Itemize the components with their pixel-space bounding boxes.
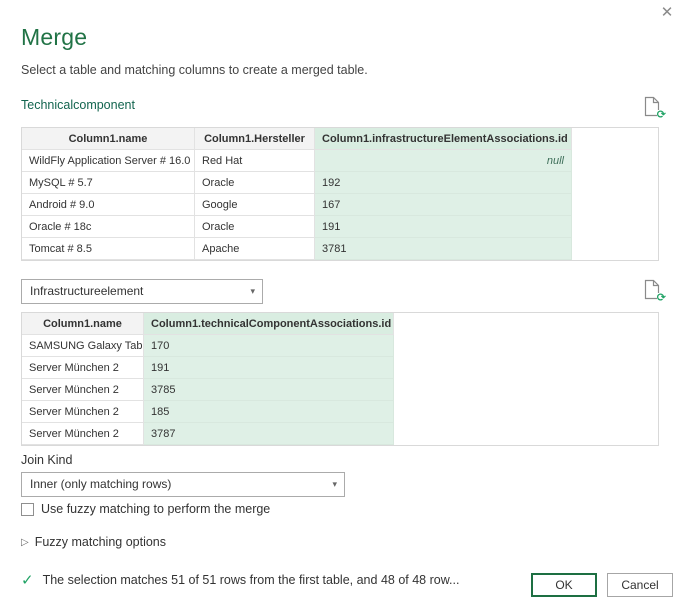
join-kind-value: Inner (only matching rows) [30, 477, 171, 491]
refresh-preview-icon[interactable]: ⟳ [644, 279, 664, 302]
refresh-preview-icon[interactable]: ⟳ [644, 96, 664, 119]
fuzzy-matching-row: Use fuzzy matching to perform the merge [21, 502, 270, 516]
chevron-down-icon: ▾ [332, 473, 337, 496]
second-table-selector[interactable]: Infrastructureelement ▾ [21, 279, 263, 304]
first-table: Column1.nameColumn1.HerstellerColumn1.in… [21, 127, 572, 260]
merge-dialog: { "dialog": { "title": "Merge", "subtitl… [0, 0, 688, 615]
fuzzy-options-label: Fuzzy matching options [35, 535, 166, 549]
table-row: Server München 23785 [22, 379, 394, 401]
table-row: Server München 2185 [22, 401, 394, 423]
table-cell[interactable]: 191 [144, 357, 394, 379]
refresh-arrows-icon: ⟳ [657, 110, 666, 121]
table-row: MySQL # 5.7Oracle192 [22, 172, 572, 194]
table-cell[interactable]: SAMSUNG Galaxy Tab [22, 335, 144, 357]
table-cell[interactable]: 185 [144, 401, 394, 423]
column-header[interactable]: Column1.name [22, 313, 144, 335]
table-row: WildFly Application Server # 16.0Red Hat… [22, 150, 572, 172]
second-table: Column1.nameColumn1.technicalComponentAs… [21, 312, 394, 445]
join-kind-dropdown[interactable]: Inner (only matching rows) ▾ [21, 472, 345, 497]
table-cell[interactable]: 3787 [144, 423, 394, 445]
table-cell[interactable]: Tomcat # 8.5 [22, 238, 195, 260]
table-row: Oracle # 18cOracle191 [22, 216, 572, 238]
table-cell[interactable]: Server München 2 [22, 423, 144, 445]
table-cell[interactable]: 3785 [144, 379, 394, 401]
table-row: SAMSUNG Galaxy Tab170 [22, 335, 394, 357]
column-header[interactable]: Column1.infrastructureElementAssociation… [315, 128, 572, 150]
table-cell[interactable]: Server München 2 [22, 401, 144, 423]
refresh-arrows-icon: ⟳ [657, 293, 666, 304]
fuzzy-matching-checkbox-label: Use fuzzy matching to perform the merge [41, 502, 270, 516]
table-cell[interactable]: Google [195, 194, 315, 216]
table-row: Server München 23787 [22, 423, 394, 445]
join-kind-label: Join Kind [21, 453, 72, 467]
second-table-selector-value: Infrastructureelement [30, 284, 143, 298]
dialog-subtitle: Select a table and matching columns to c… [21, 63, 368, 77]
table-cell[interactable]: Oracle # 18c [22, 216, 195, 238]
check-icon: ✓ [21, 571, 34, 589]
table-cell[interactable]: Apache [195, 238, 315, 260]
column-header[interactable]: Column1.technicalComponentAssociations.i… [144, 313, 394, 335]
match-status: ✓ The selection matches 51 of 51 rows fr… [21, 571, 459, 589]
table-cell[interactable]: Oracle [195, 216, 315, 238]
table-cell[interactable]: Server München 2 [22, 379, 144, 401]
table-cell[interactable]: Server München 2 [22, 357, 144, 379]
cancel-button[interactable]: Cancel [607, 573, 673, 597]
second-table-container: Column1.nameColumn1.technicalComponentAs… [21, 312, 659, 446]
column-header[interactable]: Column1.name [22, 128, 195, 150]
table-cell[interactable]: Android # 9.0 [22, 194, 195, 216]
table-cell[interactable]: null [315, 150, 572, 172]
match-status-text: The selection matches 51 of 51 rows from… [43, 573, 460, 587]
dialog-title: Merge [21, 24, 87, 51]
fuzzy-matching-checkbox[interactable] [21, 503, 34, 516]
column-header[interactable]: Column1.Hersteller [195, 128, 315, 150]
first-table-source-label: Technicalcomponent [21, 98, 135, 112]
table-cell[interactable]: 191 [315, 216, 572, 238]
fuzzy-options-expander[interactable]: ▷ Fuzzy matching options [21, 535, 166, 549]
ok-button[interactable]: OK [531, 573, 597, 597]
table-cell[interactable]: 167 [315, 194, 572, 216]
table-row: Android # 9.0Google167 [22, 194, 572, 216]
expander-arrow-icon: ▷ [21, 537, 29, 548]
table-row: Server München 2191 [22, 357, 394, 379]
first-table-container: Column1.nameColumn1.HerstellerColumn1.in… [21, 127, 659, 261]
table-row: Tomcat # 8.5Apache3781 [22, 238, 572, 260]
close-icon[interactable]: ✕ [657, 3, 677, 23]
table-cell[interactable]: WildFly Application Server # 16.0 [22, 150, 195, 172]
table-cell[interactable]: Red Hat [195, 150, 315, 172]
table-cell[interactable]: 192 [315, 172, 572, 194]
table-cell[interactable]: Oracle [195, 172, 315, 194]
table-cell[interactable]: 3781 [315, 238, 572, 260]
table-cell[interactable]: MySQL # 5.7 [22, 172, 195, 194]
chevron-down-icon: ▾ [250, 280, 255, 303]
table-cell[interactable]: 170 [144, 335, 394, 357]
